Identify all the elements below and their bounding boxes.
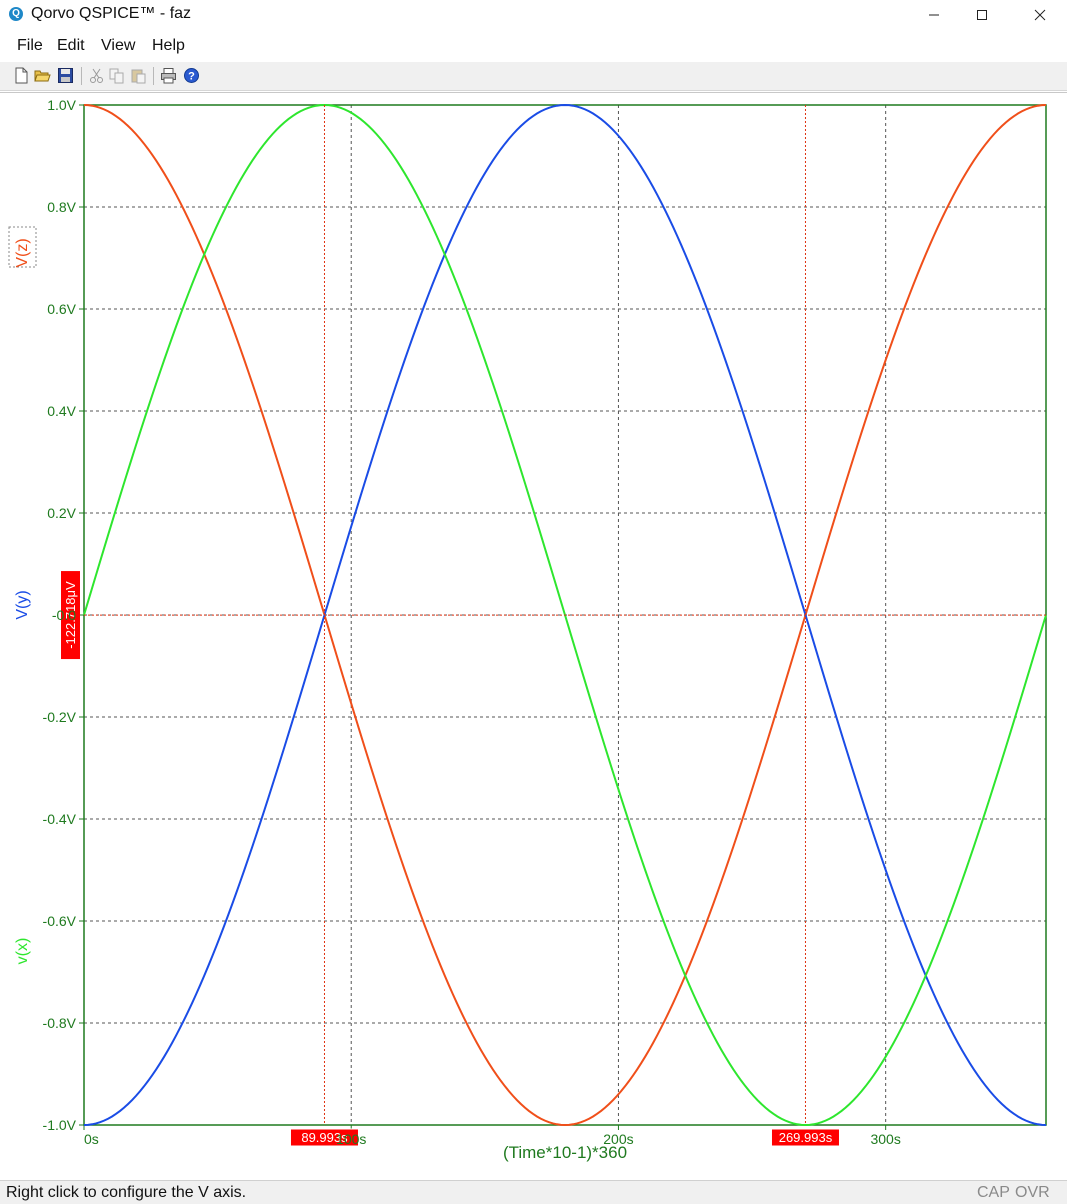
close-icon <box>1034 9 1046 21</box>
cursor-layer: 89.993s 269.993s-122.718μV <box>61 105 1046 1147</box>
y-tick-label: 0.6V <box>47 301 76 317</box>
overwrite-indicator: OVR <box>1015 1184 1050 1201</box>
menu-help[interactable]: Help <box>152 37 185 55</box>
legend-label: V(z) <box>14 238 31 267</box>
svg-text:?: ? <box>188 71 195 83</box>
status-bar: Right click to configure the V axis. CAP… <box>0 1180 1067 1204</box>
new-file-icon[interactable] <box>13 67 30 84</box>
y-tick-label: 0.2V <box>47 505 76 521</box>
y-tick-label: -0.2V <box>43 709 77 725</box>
save-icon[interactable] <box>57 67 74 84</box>
window-title: Qorvo QSPICE™ - faz <box>31 5 192 22</box>
paste-icon[interactable] <box>130 67 147 84</box>
x-tick-label: 300s <box>870 1131 900 1147</box>
menu-bar: File Edit View Help <box>0 32 1067 59</box>
x-tick-label: 100s <box>336 1131 366 1147</box>
toolbar-separator <box>81 67 82 85</box>
waveform-viewer[interactable]: 89.993s 269.993s -122.718μV 1.0V 0.8V 0.6V 0.… <box>0 92 1067 1179</box>
toolbar-separator <box>153 67 154 85</box>
copy-icon[interactable] <box>108 67 125 84</box>
cut-icon[interactable] <box>88 67 105 84</box>
label-layer: 1.0V 0.8V 0.6V 0.4V 0.2V -0.0 -0.2V -0.4V -0.6V -… <box>8 97 901 1162</box>
maximize-icon <box>977 10 987 20</box>
maximize-button[interactable] <box>959 0 1005 30</box>
legend-label: V(y) <box>14 590 31 619</box>
y-tick-label: -0.8V <box>43 1015 77 1031</box>
x-cursor-label: 269.993s <box>779 1130 833 1145</box>
title-bar: Q Qorvo QSPICE™ - faz <box>0 0 1067 30</box>
menu-file[interactable]: File <box>17 37 43 55</box>
y-tick-label: 0.8V <box>47 199 76 215</box>
minimize-icon <box>929 14 939 16</box>
x-tick-label: 0s <box>84 1131 99 1147</box>
qspice-logo-icon: Q <box>9 7 23 21</box>
status-message: Right click to configure the V axis. <box>6 1184 247 1201</box>
y-tick-label: -0.6V <box>43 913 77 929</box>
waveform-plot[interactable]: 89.993s 269.993s-122.718μV 1.0V 0.8V 0.6V 0.… <box>0 93 1067 1179</box>
menu-edit[interactable]: Edit <box>57 37 85 55</box>
y-tick-label: -0.4V <box>43 811 77 827</box>
open-folder-icon[interactable] <box>34 67 51 84</box>
toolbar: ? <box>0 62 1067 91</box>
caps-lock-indicator: CAP <box>977 1184 1010 1201</box>
y-tick-label: -1.0V <box>43 1117 77 1133</box>
help-icon[interactable]: ? <box>183 67 200 84</box>
menu-view[interactable]: View <box>101 37 135 55</box>
y-tick-label: 0.4V <box>47 403 76 419</box>
y-tick-label: -0.0 <box>52 607 76 623</box>
minimize-button[interactable] <box>911 0 957 30</box>
print-icon[interactable] <box>160 67 177 84</box>
close-button[interactable] <box>1017 0 1063 30</box>
x-axis-label: (Time*10-1)*360 <box>503 1143 627 1162</box>
legend-label: v(x) <box>14 938 31 965</box>
grid-layer <box>79 104 1047 1130</box>
y-tick-label: 1.0V <box>47 97 76 113</box>
